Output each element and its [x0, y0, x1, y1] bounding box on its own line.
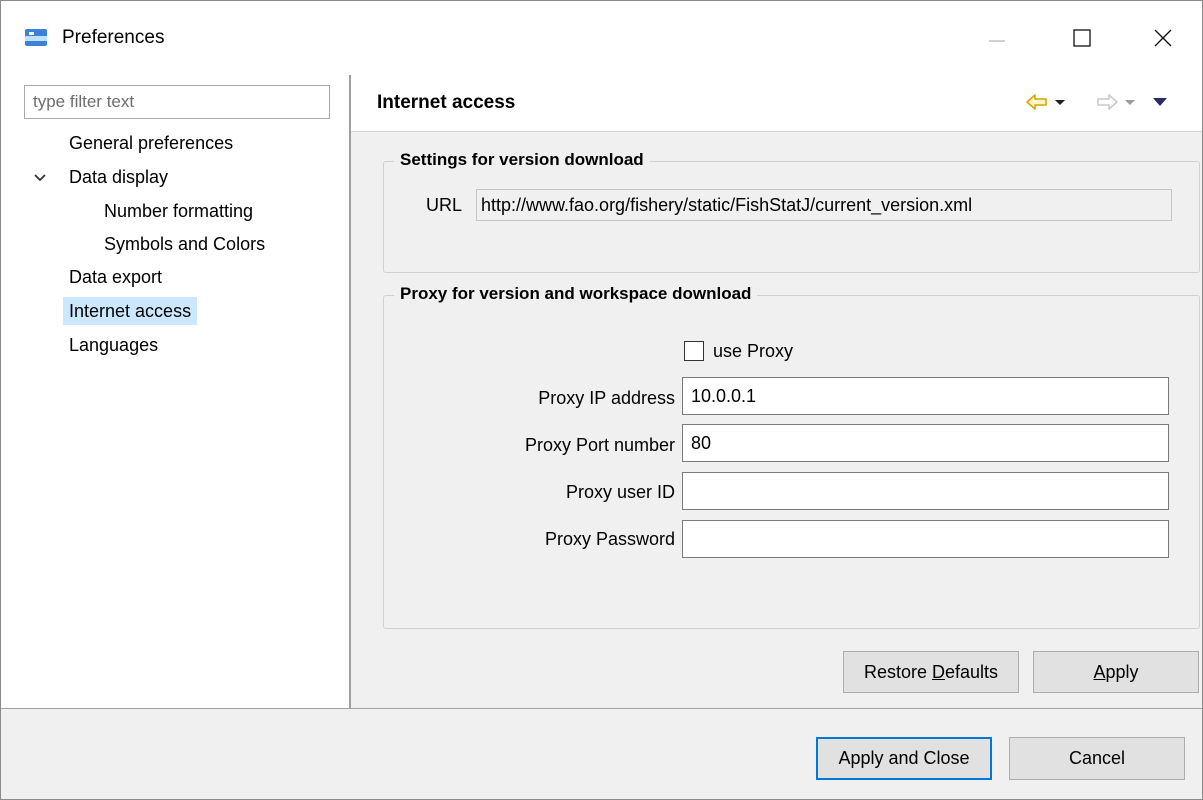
forward-arrow-icon[interactable] — [1095, 92, 1119, 112]
view-menu-icon[interactable] — [1152, 92, 1168, 112]
proxy-password-field[interactable] — [682, 520, 1169, 558]
tree-item-label: Number formatting — [104, 201, 254, 221]
tree-item-data-display[interactable]: Data display — [69, 163, 168, 191]
minimize-button[interactable] — [970, 16, 1024, 60]
group-title: Proxy for version and workspace download — [394, 284, 758, 304]
chevron-down-icon[interactable] — [33, 171, 47, 185]
apply-and-close-button[interactable]: Apply and Close — [816, 737, 992, 780]
proxy-port-field[interactable] — [682, 424, 1169, 462]
cancel-button[interactable]: Cancel — [1009, 737, 1185, 780]
proxy-ip-field[interactable] — [682, 377, 1169, 415]
apply-label-suffix: pply — [1105, 661, 1139, 682]
use-proxy-checkbox[interactable] — [684, 341, 704, 361]
url-label: URL — [426, 195, 463, 215]
forward-dropdown-icon[interactable] — [1124, 92, 1136, 112]
preferences-window: Preferences General preferences Data dis… — [0, 0, 1203, 800]
version-download-group: Settings for version download URL http:/… — [383, 150, 1200, 273]
apply-mnemonic: A — [1093, 661, 1106, 682]
proxy-ip-label: Proxy IP address — [538, 388, 675, 408]
tree-item-label: Data display — [69, 167, 169, 187]
minimize-icon — [989, 40, 1005, 42]
preferences-sidebar: General preferences Data display Number … — [1, 75, 349, 708]
tree-item-label: General preferences — [69, 133, 234, 153]
tree-item-data-export[interactable]: Data export — [69, 263, 162, 291]
url-field[interactable]: http://www.fao.org/fishery/static/FishSt… — [476, 189, 1172, 221]
tree-item-general-preferences[interactable]: General preferences — [69, 129, 233, 157]
proxy-port-label: Proxy Port number — [524, 435, 675, 455]
restore-defaults-label-suffix: efaults — [944, 661, 999, 682]
filter-input[interactable] — [24, 85, 330, 119]
window-title: Preferences — [62, 27, 165, 48]
back-arrow-icon[interactable] — [1025, 92, 1049, 112]
proxy-user-label: Proxy user ID — [565, 482, 675, 502]
tree-item-internet-access[interactable]: Internet access — [63, 297, 198, 325]
proxy-password-label: Proxy Password — [544, 529, 675, 549]
close-button[interactable] — [1136, 16, 1190, 60]
restore-defaults-label-prefix: Restore — [863, 661, 932, 682]
restore-defaults-mnemonic: D — [931, 661, 945, 682]
page-header: Internet access — [351, 75, 1202, 132]
back-dropdown-icon[interactable] — [1054, 92, 1066, 112]
apply-button[interactable]: Apply — [1033, 651, 1199, 693]
footer-divider — [1, 708, 1202, 709]
tree-item-label: Symbols and Colors — [104, 234, 266, 254]
preference-page: Internet access Settings for version dow… — [351, 75, 1202, 708]
tree-item-label: Internet access — [69, 301, 192, 321]
restore-defaults-button[interactable]: Restore Defaults — [843, 651, 1019, 693]
use-proxy-label[interactable]: use Proxy — [713, 334, 793, 368]
title-bar[interactable]: Preferences — [1, 1, 1202, 75]
tree-item-label: Data export — [69, 267, 163, 287]
tree-item-languages[interactable]: Languages — [69, 331, 158, 359]
tree-item-symbols-and-colors[interactable]: Symbols and Colors — [104, 230, 265, 258]
tree-item-label: Languages — [69, 335, 159, 355]
proxy-user-field[interactable] — [682, 472, 1169, 510]
maximize-button[interactable] — [1055, 16, 1109, 60]
page-title: Internet access — [377, 92, 516, 113]
tree-item-number-formatting[interactable]: Number formatting — [104, 197, 253, 225]
close-icon — [1154, 29, 1172, 47]
proxy-group: Proxy for version and workspace download… — [383, 284, 1200, 629]
maximize-icon — [1073, 29, 1091, 47]
group-title: Settings for version download — [394, 150, 650, 170]
app-icon — [25, 29, 47, 46]
